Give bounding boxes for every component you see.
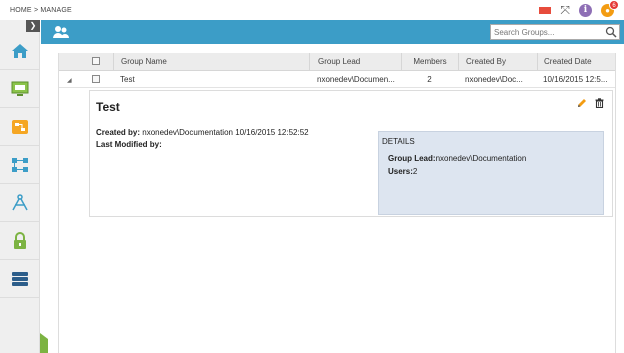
column-header-group-name[interactable]: Group Name xyxy=(113,53,309,71)
select-all-checkbox[interactable] xyxy=(92,57,100,65)
monitor-icon xyxy=(11,81,29,96)
sidebar-item-design[interactable] xyxy=(0,184,40,222)
detail-actions xyxy=(577,98,604,108)
detail-title: Test xyxy=(96,100,120,114)
top-icons: ⤧ i ● 6 xyxy=(539,0,619,18)
breadcrumb: HOME > MANAGE xyxy=(10,7,72,14)
cell-group-name[interactable]: Test xyxy=(120,72,309,88)
column-header-group-lead[interactable]: Group Lead xyxy=(309,53,401,71)
cell-members: 2 xyxy=(427,75,432,84)
group-lead-line: Group Lead:nxonedev\Documentation xyxy=(388,154,526,163)
users-value: 2 xyxy=(412,167,418,176)
groups-header-bar xyxy=(41,20,624,44)
workflow-icon xyxy=(12,119,28,134)
compass-icon xyxy=(12,193,28,210)
column-header-members[interactable]: Members xyxy=(401,53,458,71)
cell-created-date: 10/16/2015 12:5... xyxy=(543,75,608,84)
cell-group-lead: nxonedev\Documen... xyxy=(317,75,395,84)
lock-icon xyxy=(14,231,26,249)
network-icon xyxy=(12,157,28,172)
sidebar-item-network[interactable] xyxy=(0,146,40,184)
side-tab-marker xyxy=(40,333,48,353)
created-by-line: Created by: nxonedev\Documentation 10/16… xyxy=(96,128,309,137)
grid-header: Group Name Group Lead Members Created By… xyxy=(59,53,615,71)
groups-grid: Group Name Group Lead Members Created By… xyxy=(58,53,616,353)
sidebar-item-servers[interactable] xyxy=(0,260,40,298)
details-header: DETAILS xyxy=(382,137,415,146)
sidebar-item-home[interactable] xyxy=(0,32,40,70)
search-box xyxy=(490,24,620,40)
users-label: Users: xyxy=(388,167,413,176)
delete-trash-icon[interactable] xyxy=(595,98,604,108)
cell-created-by: nxonedev\Doc... xyxy=(465,75,523,84)
details-box: DETAILS Group Lead:nxonedev\Documentatio… xyxy=(378,131,604,215)
info-icon[interactable]: i xyxy=(579,3,592,17)
sidebar-item-security[interactable] xyxy=(0,222,40,260)
row-checkbox[interactable] xyxy=(92,75,100,83)
expand-row-icon[interactable]: ◢ xyxy=(67,77,72,84)
column-header-created-date[interactable]: Created Date xyxy=(537,53,615,71)
sidebar-toggle-button[interactable]: ❯ xyxy=(26,20,40,32)
home-icon xyxy=(12,43,28,58)
users-group-icon xyxy=(53,26,69,38)
created-by-value: nxonedev\Documentation 10/16/2015 12:52:… xyxy=(140,128,309,137)
table-row[interactable]: ◢ Test nxonedev\Documen... 2 nxonedev\Do… xyxy=(59,72,615,88)
sidebar: ❯ xyxy=(0,20,40,353)
flag-icon[interactable] xyxy=(539,6,552,14)
group-lead-value: nxonedev\Documentation xyxy=(435,154,527,163)
server-icon xyxy=(12,271,28,286)
created-by-label: Created by: xyxy=(96,128,141,137)
top-bar: HOME > MANAGE ⤧ i ● 6 xyxy=(0,0,624,20)
search-icon[interactable] xyxy=(604,26,618,38)
sidebar-item-workflow[interactable] xyxy=(0,108,40,146)
sidebar-item-monitor[interactable] xyxy=(0,70,40,108)
notifications-bell-icon[interactable]: ● 6 xyxy=(601,0,619,17)
group-detail-panel: Test Created by: nxonedev\Documentation … xyxy=(89,90,613,217)
last-modified-line: Last Modified by: xyxy=(96,140,162,149)
fullscreen-icon[interactable]: ⤧ xyxy=(560,4,570,16)
notifications-count-badge: 6 xyxy=(609,0,619,10)
last-modified-label: Last Modified by: xyxy=(96,140,162,149)
group-lead-label: Group Lead: xyxy=(388,154,436,163)
users-line: Users:2 xyxy=(388,167,417,176)
column-header-created-by[interactable]: Created By xyxy=(458,53,537,71)
edit-pencil-icon[interactable] xyxy=(577,98,587,108)
search-input[interactable] xyxy=(491,25,603,39)
